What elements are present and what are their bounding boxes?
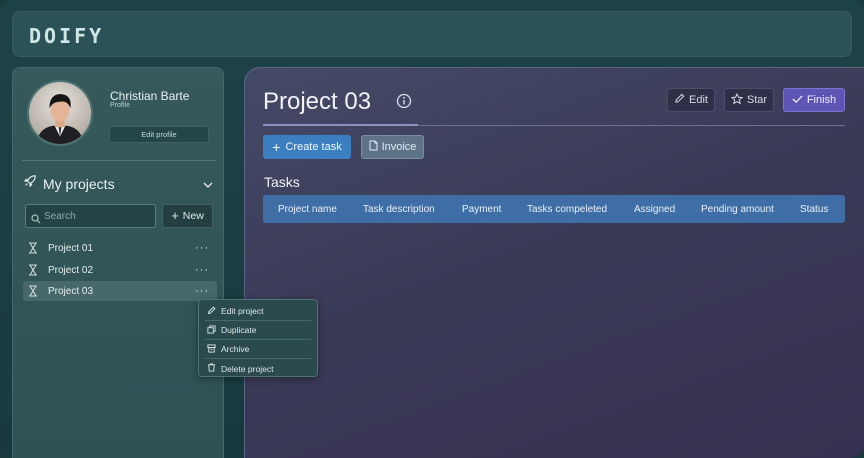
- edit-button[interactable]: Edit: [667, 88, 715, 112]
- copy-icon: [207, 324, 216, 336]
- create-task-label: Create task: [285, 141, 342, 153]
- tasks-table-header: Project name Task description Payment Ta…: [263, 195, 845, 223]
- create-task-button[interactable]: + Create task: [263, 135, 351, 159]
- new-button-label: New: [182, 210, 204, 222]
- info-icon[interactable]: [396, 93, 412, 114]
- new-project-button[interactable]: + New: [162, 204, 213, 228]
- invoice-label: Invoice: [381, 141, 417, 153]
- star-icon: [730, 92, 744, 108]
- column-header[interactable]: Status: [800, 204, 828, 215]
- page-title: Project 03: [263, 88, 372, 115]
- edit-profile-button[interactable]: Edit profile: [109, 126, 209, 143]
- invoice-button[interactable]: Invoice: [361, 135, 424, 159]
- menu-item-label: Delete project: [221, 363, 274, 374]
- pencil-icon: [674, 93, 685, 107]
- archive-icon: [207, 343, 216, 355]
- menu-item-archive[interactable]: Archive: [205, 340, 311, 359]
- tab-active-indicator: [263, 124, 418, 126]
- column-header[interactable]: Pending amount: [701, 204, 774, 215]
- app-window: DOIFY Christian Barte Profile Edit profi…: [0, 0, 864, 458]
- hourglass-icon: [28, 242, 42, 254]
- app-logo[interactable]: DOIFY: [29, 24, 104, 48]
- avatar[interactable]: [27, 80, 93, 146]
- plus-icon: +: [171, 208, 179, 223]
- my-projects-header[interactable]: My projects: [23, 174, 115, 193]
- edit-button-label: Edit: [689, 94, 708, 106]
- finish-button-label: Finish: [806, 94, 837, 106]
- pencil-icon: [207, 305, 216, 317]
- top-bar: DOIFY: [12, 11, 852, 57]
- sidebar-item-project-02[interactable]: Project 02 ···: [23, 260, 217, 280]
- check-icon: [792, 94, 803, 107]
- user-name: Christian Barte: [110, 89, 190, 103]
- menu-item-delete-project[interactable]: Delete project: [205, 359, 311, 378]
- star-button-label: Star: [746, 94, 768, 106]
- hourglass-icon: [28, 264, 42, 276]
- star-button[interactable]: Star: [724, 88, 774, 112]
- more-icon[interactable]: ···: [195, 242, 209, 254]
- sidebar-item-project-01[interactable]: Project 01 ···: [23, 238, 217, 258]
- rocket-icon: [23, 174, 37, 193]
- finish-button[interactable]: Finish: [783, 88, 845, 112]
- my-projects-title: My projects: [43, 175, 115, 192]
- menu-item-label: Archive: [221, 344, 250, 354]
- project-label: Project 03: [48, 285, 94, 297]
- chevron-down-icon[interactable]: [202, 177, 214, 195]
- tasks-title: Tasks: [264, 174, 300, 190]
- search-input[interactable]: Search: [25, 204, 156, 228]
- plus-icon: +: [272, 139, 281, 155]
- project-label: Project 02: [48, 264, 94, 276]
- column-header[interactable]: Tasks compeleted: [527, 204, 607, 215]
- column-header[interactable]: Task description: [363, 204, 435, 215]
- hourglass-icon: [28, 285, 42, 297]
- menu-item-duplicate[interactable]: Duplicate: [205, 321, 311, 340]
- sidebar-divider: [22, 160, 216, 161]
- menu-item-label: Edit project: [221, 306, 264, 316]
- more-icon[interactable]: ···: [195, 285, 209, 297]
- menu-item-label: Duplicate: [221, 325, 257, 335]
- column-header[interactable]: Payment: [462, 204, 501, 215]
- document-icon: [369, 140, 378, 154]
- avatar-image: [36, 94, 84, 144]
- sidebar-item-project-03[interactable]: Project 03 ···: [23, 281, 217, 301]
- sidebar: Christian Barte Profile Edit profile My …: [12, 67, 224, 458]
- search-icon: [31, 211, 41, 229]
- menu-item-edit-project[interactable]: Edit project: [205, 302, 311, 321]
- more-icon[interactable]: ···: [195, 264, 209, 276]
- user-role: Profile: [110, 102, 130, 109]
- main-panel: Project 03 Edit Star Finish + Create tas…: [244, 67, 864, 458]
- search-placeholder: Search: [44, 211, 76, 222]
- project-context-menu: Edit project Duplicate Archive Delete pr…: [198, 299, 318, 377]
- column-header[interactable]: Assigned: [634, 204, 675, 215]
- project-label: Project 01: [48, 242, 94, 254]
- trash-icon: [207, 363, 216, 374]
- column-header[interactable]: Project name: [278, 204, 337, 215]
